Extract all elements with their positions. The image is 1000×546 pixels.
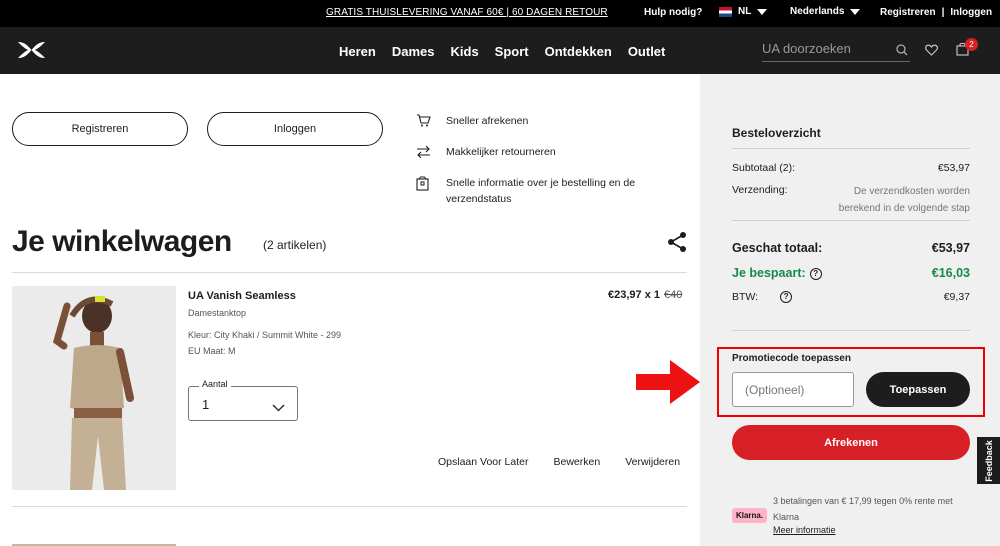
top-banner: GRATIS THUISLEVERING VANAF 60€ | 60 DAGE… xyxy=(0,0,1000,27)
promo-code-label: Promotiecode toepassen xyxy=(732,353,851,364)
edit-link[interactable]: Bewerken xyxy=(553,456,600,468)
quantity-select[interactable]: Aantal 1 xyxy=(188,379,298,421)
language-code: NL xyxy=(738,6,752,17)
netherlands-flag-icon xyxy=(719,6,732,17)
benefit-text: Makkelijker retourneren xyxy=(446,146,556,158)
shipping-value: De verzendkosten worden berekend in de v… xyxy=(838,186,970,214)
product-color: Kleur: City Khaki / Summit White - 299 xyxy=(188,330,342,340)
benefit-text: Snelle informatie over je bestelling en … xyxy=(446,177,636,205)
benefit-item: Makkelijker retourneren xyxy=(416,144,656,163)
savings-row: Je bespaart:? €16,03 xyxy=(732,266,970,280)
arrows-exchange-icon xyxy=(416,144,432,163)
feedback-tab[interactable]: Feedback xyxy=(977,437,1000,484)
vat-value: €9,37 xyxy=(943,291,970,303)
register-button[interactable]: Registreren xyxy=(12,112,188,146)
subtotal-label: Subtotaal (2): xyxy=(732,162,796,174)
register-link[interactable]: Registreren xyxy=(880,7,936,18)
product-name[interactable]: UA Vanish Seamless xyxy=(188,290,296,302)
shipping-label: Verzending: xyxy=(732,184,788,196)
benefit-item: Snelle informatie over je bestelling en … xyxy=(416,175,656,207)
country-selector[interactable]: Nederlands xyxy=(790,6,861,17)
product-size: EU Maat: M xyxy=(188,346,236,356)
product-type: Damestanktop xyxy=(188,308,247,318)
divider xyxy=(732,330,970,331)
item-actions: Opslaan Voor Later Bewerken Verwijderen xyxy=(438,456,680,468)
nav-item-dames[interactable]: Dames xyxy=(392,44,435,59)
login-button[interactable]: Inloggen xyxy=(207,112,383,146)
category-menu: Heren Dames Kids Sport Ontdekken Outlet xyxy=(339,44,665,59)
divider xyxy=(732,148,970,149)
account-benefits: Sneller afrekenen Makkelijker retournere… xyxy=(416,113,656,219)
share-icon[interactable] xyxy=(666,231,688,258)
product-image[interactable] xyxy=(12,286,176,490)
sale-price: €23,97 x 1 xyxy=(608,289,660,301)
info-icon[interactable]: ? xyxy=(809,268,822,280)
search-input[interactable] xyxy=(762,41,882,56)
total-label: Geschat totaal: xyxy=(732,241,823,255)
apply-promo-button[interactable]: Toepassen xyxy=(866,372,970,407)
summary-title: Besteloverzicht xyxy=(732,126,821,140)
savings-label: Je bespaart: xyxy=(732,266,806,280)
country-label: Nederlands xyxy=(790,6,845,17)
wishlist-heart-icon[interactable] xyxy=(925,43,938,61)
klarna-logo: Klarna. xyxy=(732,508,767,523)
account-links: Registreren | Inloggen xyxy=(880,7,992,18)
klarna-installments-text: 3 betalingen van € 17,99 tegen 0% rente … xyxy=(773,496,953,522)
caret-down-icon xyxy=(850,8,861,15)
main-navigation: Heren Dames Kids Sport Ontdekken Outlet … xyxy=(0,27,1000,74)
info-icon[interactable]: ? xyxy=(780,291,793,303)
nav-item-heren[interactable]: Heren xyxy=(339,44,376,59)
nav-item-sport[interactable]: Sport xyxy=(495,44,529,59)
product-price: €23,97 x 1 €40 xyxy=(608,289,682,301)
remove-link[interactable]: Verwijderen xyxy=(625,456,680,468)
promo-code-input[interactable] xyxy=(732,372,854,407)
language-selector[interactable]: NL xyxy=(719,6,768,17)
savings-value: €16,03 xyxy=(931,266,970,280)
order-summary: Besteloverzicht Subtotaal (2): €53,97 Ve… xyxy=(700,74,1000,546)
link-separator: | xyxy=(941,7,945,18)
shipping-promo-link[interactable]: GRATIS THUISLEVERING VANAF 60€ | 60 DAGE… xyxy=(326,7,608,18)
package-icon xyxy=(416,175,432,207)
total-value: €53,97 xyxy=(931,241,970,255)
help-link[interactable]: Hulp nodig? xyxy=(644,7,702,18)
subtotal-value: €53,97 xyxy=(937,162,970,174)
chevron-down-icon xyxy=(272,399,285,417)
login-link[interactable]: Inloggen xyxy=(950,7,992,18)
quantity-label: Aantal xyxy=(199,379,231,389)
divider xyxy=(12,272,687,273)
save-for-later-link[interactable]: Opslaan Voor Later xyxy=(438,456,528,468)
quantity-value: 1 xyxy=(202,397,210,412)
under-armour-logo[interactable] xyxy=(15,40,48,65)
nav-item-kids[interactable]: Kids xyxy=(451,44,479,59)
cart-icon xyxy=(416,113,432,132)
cart-item-count: (2 artikelen) xyxy=(263,238,327,252)
search-bar xyxy=(762,40,910,62)
divider xyxy=(12,506,687,507)
vat-row: BTW:? €9,37 xyxy=(732,291,970,303)
total-row: Geschat totaal: €53,97 xyxy=(732,241,970,255)
promo-code-section: Promotiecode toepassen Toepassen xyxy=(717,347,985,417)
benefit-item: Sneller afrekenen xyxy=(416,113,656,132)
subtotal-row: Subtotaal (2): €53,97 xyxy=(732,162,970,174)
divider xyxy=(732,220,970,221)
red-arrow-icon xyxy=(636,360,700,409)
checkout-button[interactable]: Afrekenen xyxy=(732,425,970,460)
nav-item-outlet[interactable]: Outlet xyxy=(628,44,666,59)
klarna-more-info-link[interactable]: Meer informatie xyxy=(773,525,836,535)
cart-count-badge: 2 xyxy=(965,38,978,51)
nav-item-ontdekken[interactable]: Ontdekken xyxy=(545,44,612,59)
feedback-label: Feedback xyxy=(983,439,994,482)
search-icon[interactable] xyxy=(896,43,908,61)
page-title: Je winkelwagen xyxy=(12,225,232,258)
original-price: €40 xyxy=(664,289,683,301)
vat-label: BTW: xyxy=(732,291,759,303)
benefit-text: Sneller afrekenen xyxy=(446,115,529,127)
caret-down-icon xyxy=(757,8,768,15)
